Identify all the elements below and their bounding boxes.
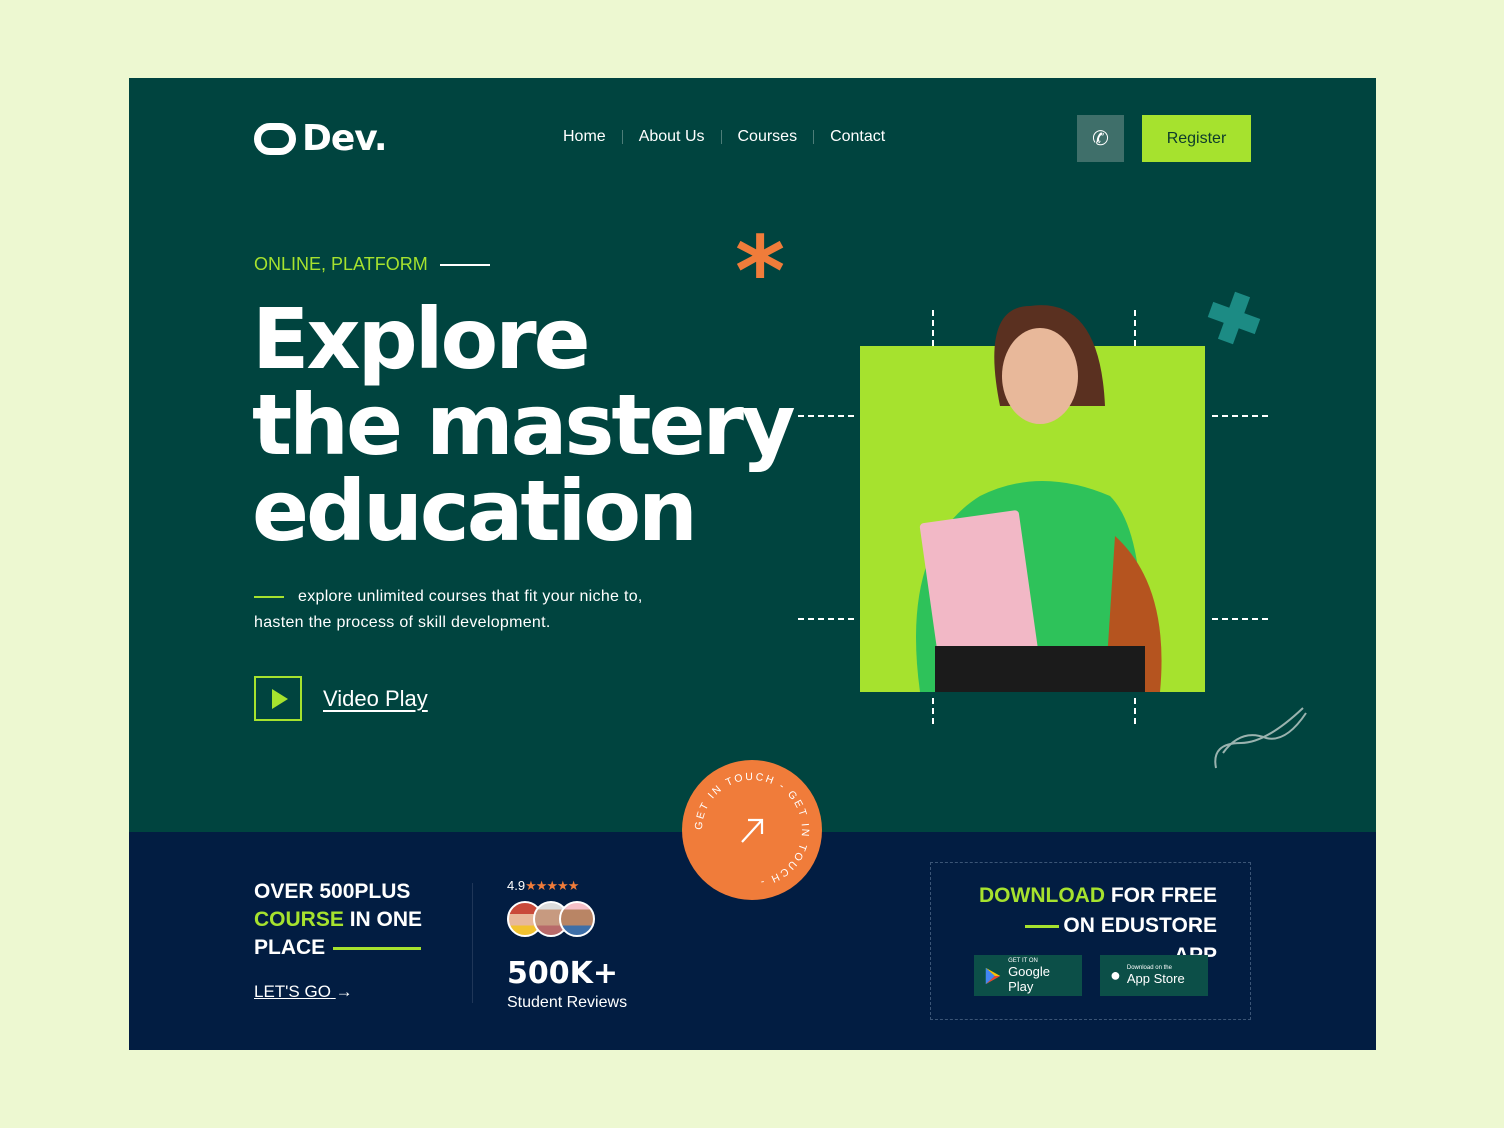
asterisk-icon: *: [735, 216, 786, 328]
hero-title: Explore the mastery education: [252, 290, 796, 560]
brand-name: Dev.: [302, 118, 388, 159]
logo-ring-icon: [254, 122, 296, 155]
dashed-line: [1134, 698, 1136, 724]
divider: [439, 263, 490, 266]
divider: [1025, 924, 1060, 928]
store-big: App Store: [1126, 971, 1185, 986]
title-line: the mastery: [252, 376, 796, 474]
plus-shape-icon: [1202, 286, 1266, 350]
reviews-label: Student Reviews: [507, 994, 628, 1011]
title-line: Explore: [252, 290, 591, 388]
stars-icon: ★★★★★: [525, 878, 579, 893]
avatar-group: [507, 901, 595, 937]
squiggle-icon: [1214, 707, 1307, 769]
google-play-icon: [985, 967, 1001, 984]
nav-about[interactable]: About Us: [623, 128, 721, 146]
rating: 4.9★★★★★: [507, 878, 579, 894]
divider: [472, 883, 473, 1003]
dashed-line: [1212, 618, 1268, 620]
hero-image: [860, 305, 1205, 692]
google-play-button[interactable]: GET IT ON Google Play: [974, 955, 1082, 996]
divider: [254, 595, 284, 598]
reviews-count: 500K+: [507, 956, 619, 991]
dashed-line: [932, 698, 934, 724]
phone-icon: ✆: [1092, 128, 1109, 150]
title-line: education: [252, 462, 698, 560]
play-icon: [272, 688, 288, 709]
arrow-right-icon: →: [335, 982, 353, 1001]
desc-line: explore unlimited courses that fit your …: [298, 588, 643, 605]
phone-button[interactable]: ✆: [1077, 115, 1124, 162]
arrow-up-right-icon: [741, 818, 764, 843]
main-nav: Home About Us Courses Contact: [547, 128, 901, 146]
dashed-line: [1212, 415, 1268, 417]
lets-go-link[interactable]: LET'S GO →: [254, 982, 353, 1002]
circle-text: GET IN TOUCH - GET IN TOUCH -: [693, 771, 809, 889]
student-illustration: [916, 305, 1162, 692]
register-button[interactable]: Register: [1142, 115, 1251, 162]
nav-contact[interactable]: Contact: [814, 128, 901, 146]
stat-highlight: COURSE: [254, 908, 344, 931]
eyebrow-text: ONLINE, PLATFORM: [254, 254, 428, 274]
download-box: DOWNLOAD FOR FREEON EDUSTORE APP GET IT …: [930, 862, 1251, 1020]
stat-line: OVER 500PLUS: [254, 880, 411, 903]
app-store-button[interactable]: ● Download on the App Store: [1100, 955, 1208, 996]
logo[interactable]: Dev.: [254, 118, 388, 159]
courses-stat: OVER 500PLUS COURSE IN ONE PLACE: [254, 878, 422, 962]
landing-page: Dev. Home About Us Courses Contact ✆ Reg…: [129, 78, 1376, 1050]
hero-description: explore unlimited courses that fit your …: [254, 584, 694, 636]
cta-text: LET'S GO: [254, 982, 331, 1001]
nav-home[interactable]: Home: [547, 128, 622, 146]
dashed-line: [798, 415, 854, 417]
rating-value: 4.9: [507, 878, 526, 893]
download-line: FOR FREE: [1104, 884, 1217, 907]
nav-courses[interactable]: Courses: [722, 128, 814, 146]
get-in-touch-badge[interactable]: GET IN TOUCH - GET IN TOUCH -: [682, 760, 822, 900]
stat-line: PLACE: [254, 936, 326, 959]
stat-line: IN ONE: [343, 908, 423, 931]
avatar: [559, 901, 595, 937]
divider: [333, 946, 422, 950]
desc-line: hasten the process of skill development.: [254, 614, 551, 631]
store-big: Google Play: [1008, 963, 1050, 994]
download-highlight: DOWNLOAD: [979, 884, 1105, 907]
video-play-link[interactable]: Video Play: [323, 686, 428, 712]
video-play-button[interactable]: [254, 676, 302, 721]
apple-icon: ●: [1110, 965, 1121, 985]
eyebrow: ONLINE, PLATFORM: [254, 254, 490, 275]
dashed-line: [798, 618, 854, 620]
